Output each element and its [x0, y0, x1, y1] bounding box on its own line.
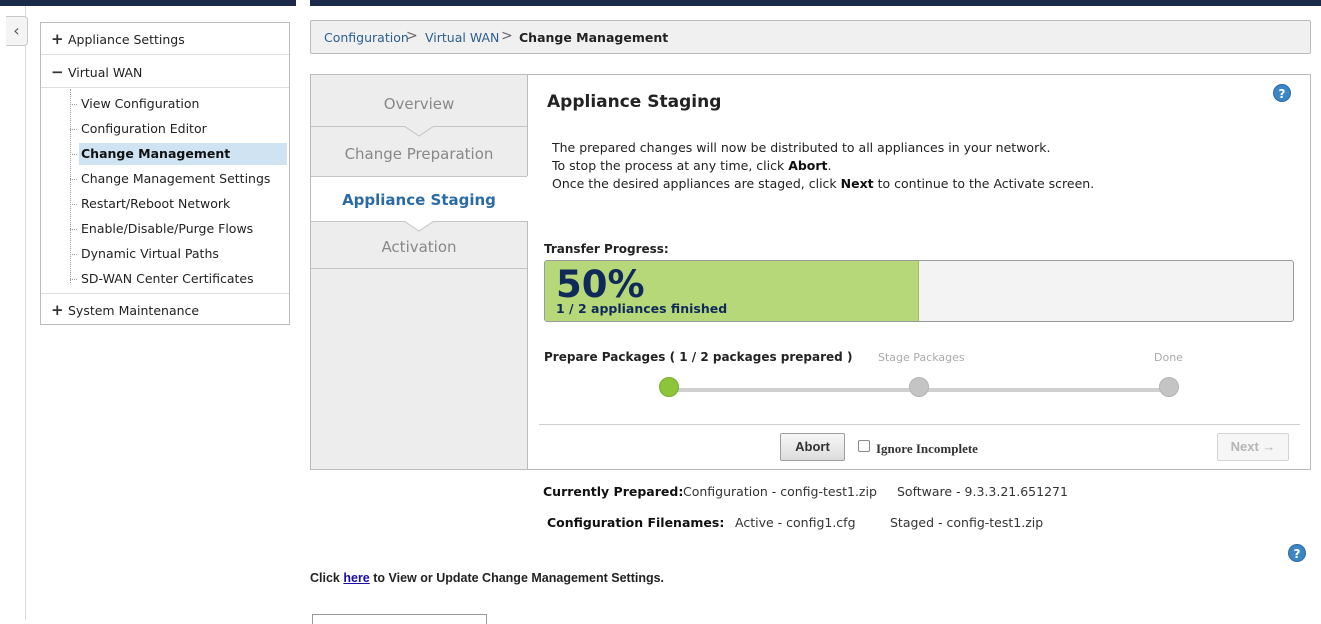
breadcrumb-configuration[interactable]: Configuration [324, 30, 409, 45]
transfer-progress-bar: 50% 1 / 2 appliances finished [544, 260, 1294, 322]
step-arrow-icon [404, 126, 434, 137]
sidebar-item-configuration-editor[interactable]: Configuration Editor [70, 118, 287, 140]
page-title: Appliance Staging [547, 92, 722, 112]
settings-link-line: Click here to View or Update Change Mana… [310, 571, 665, 585]
stage-packages-label: Stage Packages [878, 351, 965, 364]
breadcrumb: Configuration > Virtual WAN > Change Man… [310, 20, 1311, 54]
progress-percent: 50% [556, 263, 645, 306]
left-strip [0, 6, 26, 620]
transfer-progress-label: Transfer Progress: [544, 242, 669, 256]
sidebar-item-change-management-settings[interactable]: Change Management Settings [70, 168, 287, 190]
sidebar-section-label: System Maintenance [68, 303, 200, 318]
next-button[interactable]: Next → [1217, 433, 1289, 461]
step-prepare-dot [659, 377, 679, 397]
top-bar [0, 0, 1321, 6]
collapse-sidebar-icon[interactable]: ‹ [6, 16, 28, 46]
step-done-dot [1159, 377, 1179, 397]
progress-status: 1 / 2 appliances finished [556, 301, 728, 316]
sidebar-section-label: Appliance Settings [68, 32, 185, 47]
sidebar-section-virtual-wan[interactable]: − Virtual WAN [41, 56, 289, 88]
sidebar-item-change-management[interactable]: Change Management [70, 143, 287, 165]
sidebar-nav: + Appliance Settings − Virtual WAN View … [40, 22, 290, 325]
sidebar-item-enable-disable-purge-flows[interactable]: Enable/Disable/Purge Flows [70, 218, 287, 240]
prepare-packages-label: Prepare Packages ( 1 / 2 packages prepar… [544, 350, 853, 364]
help-icon[interactable]: ? [1288, 544, 1306, 562]
configuration-filenames-label: Configuration Filenames: [547, 515, 725, 530]
sidebar-item-dynamic-virtual-paths[interactable]: Dynamic Virtual Paths [70, 243, 287, 265]
active-filename: Active - config1.cfg [735, 515, 856, 530]
collapse-icon: − [51, 63, 64, 81]
step-appliance-staging[interactable]: Appliance Staging [311, 191, 527, 209]
step-overview[interactable]: Overview [311, 95, 527, 113]
description-line-1: The prepared changes will now be distrib… [552, 140, 1051, 155]
here-link[interactable]: here [343, 571, 369, 585]
step-arrow-icon [404, 221, 434, 232]
sidebar-item-restart-reboot-network[interactable]: Restart/Reboot Network [70, 193, 287, 215]
step-stage-dot [909, 377, 929, 397]
sidebar-item-view-configuration[interactable]: View Configuration [70, 93, 287, 115]
sidebar-item-sd-wan-center-certificates[interactable]: SD-WAN Center Certificates [70, 268, 287, 290]
help-icon[interactable]: ? [1273, 84, 1291, 102]
partial-select[interactable] [312, 614, 487, 624]
expand-icon: + [51, 301, 64, 319]
breadcrumb-virtual-wan[interactable]: Virtual WAN [425, 30, 499, 45]
staged-filename: Staged - config-test1.zip [890, 515, 1044, 530]
breadcrumb-separator: > [406, 28, 418, 44]
expand-icon: + [51, 30, 64, 48]
ignore-incomplete-checkbox[interactable] [858, 440, 870, 452]
abort-button[interactable]: Abort [780, 433, 845, 461]
breadcrumb-separator: > [501, 28, 513, 44]
step-activation[interactable]: Activation [311, 238, 527, 256]
currently-prepared-config: Configuration - config-test1.zip [683, 484, 877, 499]
breadcrumb-current: Change Management [519, 30, 669, 45]
divider [539, 424, 1300, 425]
ignore-incomplete-label: Ignore Incomplete [876, 441, 978, 456]
change-management-panel: Overview Change Preparation Appliance St… [310, 74, 1311, 470]
step-change-preparation[interactable]: Change Preparation [311, 145, 527, 163]
currently-prepared-label: Currently Prepared: [543, 484, 684, 499]
description-line-3: Once the desired appliances are staged, … [552, 176, 1095, 191]
sidebar-section-appliance-settings[interactable]: + Appliance Settings [41, 23, 289, 55]
wizard-steps: Overview Change Preparation Appliance St… [311, 75, 529, 469]
currently-prepared-software: Software - 9.3.3.21.651271 [897, 484, 1068, 499]
sidebar-section-system-maintenance[interactable]: + System Maintenance [41, 293, 289, 325]
sidebar-section-label: Virtual WAN [68, 65, 143, 80]
done-label: Done [1154, 351, 1183, 364]
description-line-2: To stop the process at any time, click A… [552, 158, 832, 173]
